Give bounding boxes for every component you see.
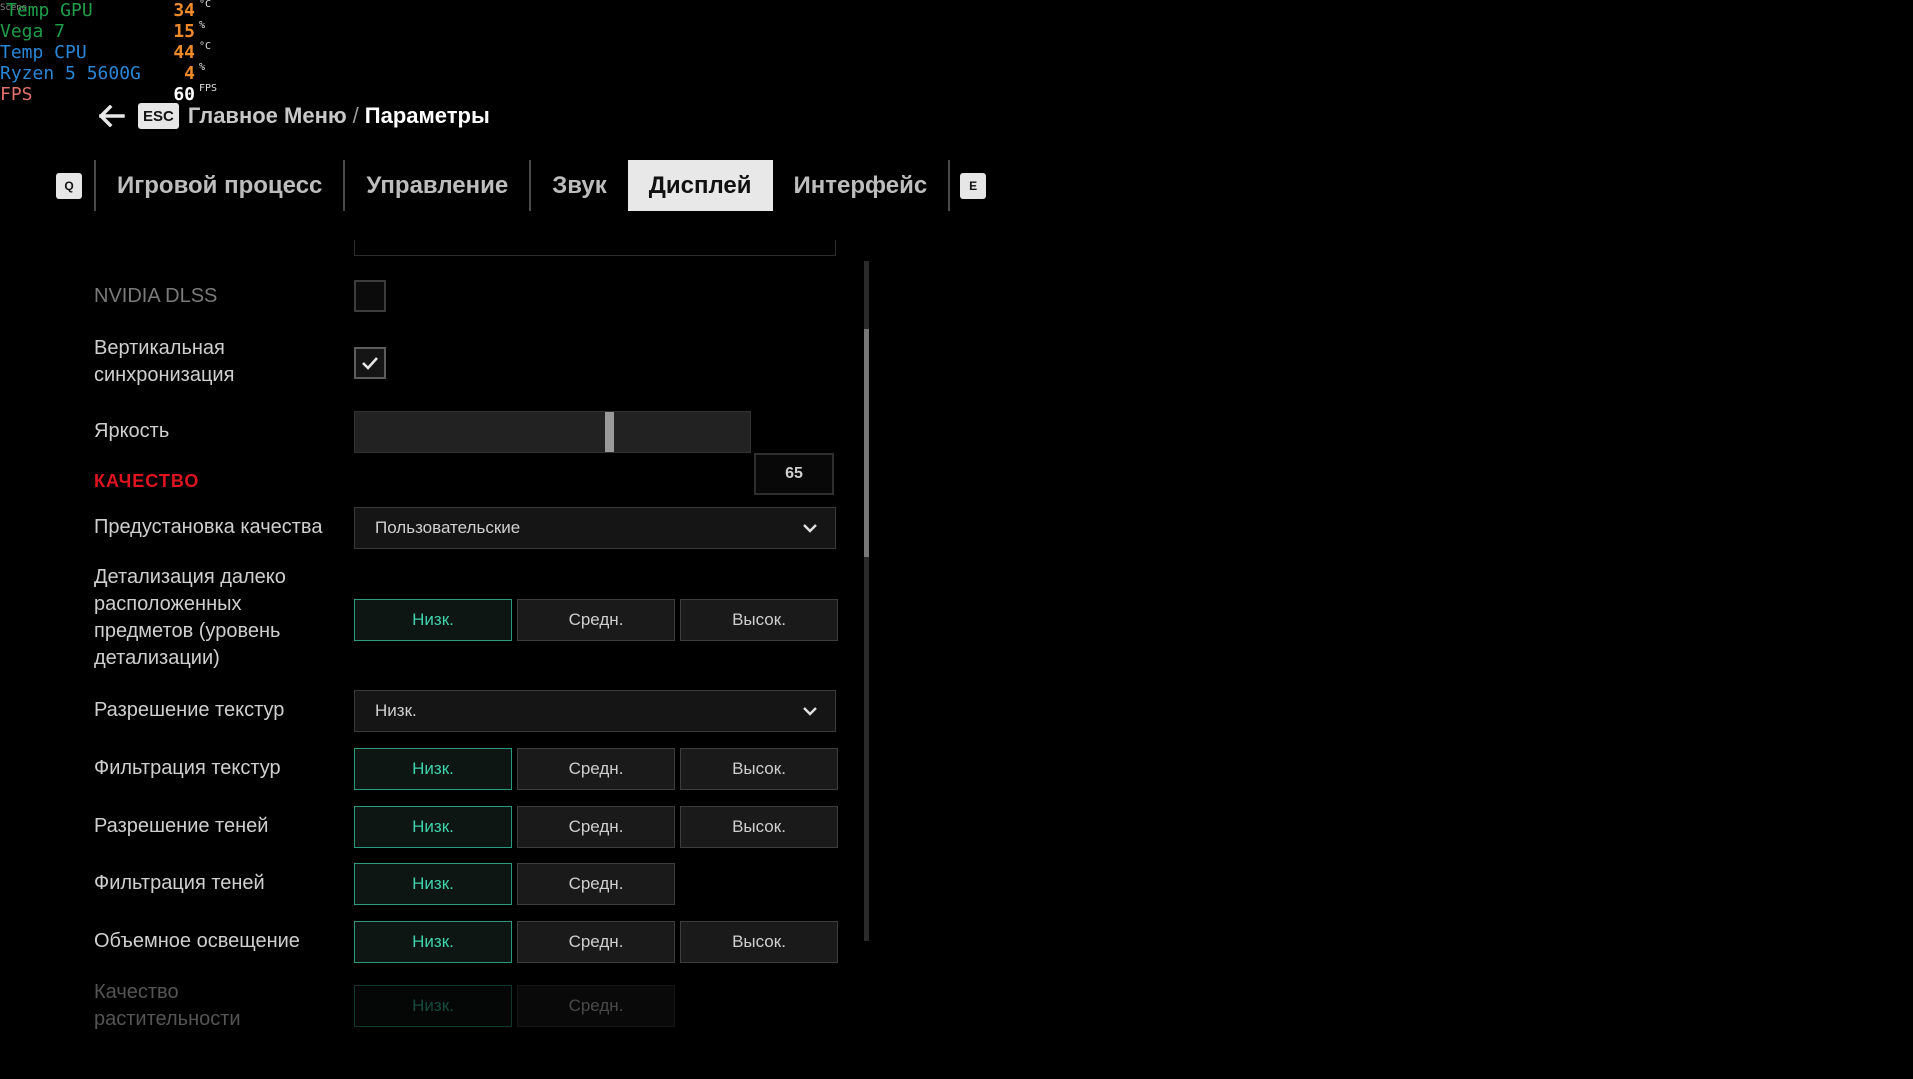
- overlay-label: Temp CPU: [0, 42, 87, 63]
- overlay-unit: °C: [199, 0, 212, 10]
- setting-row-dlss: NVIDIA DLSS: [94, 280, 834, 314]
- vsync-checkbox[interactable]: [354, 347, 386, 379]
- overlay-row-vega: Vega 7 15 %: [0, 20, 230, 42]
- check-icon: [362, 357, 378, 370]
- overlay-label: Ryzen 5 5600G: [0, 63, 141, 84]
- vegetation-medium-button[interactable]: Средн.: [517, 985, 675, 1027]
- overlay-row-temp-cpu: Temp CPU 44 °C: [0, 41, 230, 63]
- volumetric-low-button[interactable]: Низк.: [354, 921, 512, 963]
- overlay-value: 34: [173, 0, 195, 21]
- setting-label: Яркость: [94, 420, 170, 442]
- overlay-value: 15: [173, 21, 195, 42]
- breadcrumb: ESC Главное Меню / Параметры: [98, 100, 490, 132]
- setting-row-vsync: Вертикальная синхронизация: [94, 335, 834, 391]
- shadow-resolution-high-button[interactable]: Высок.: [680, 806, 838, 848]
- quality-preset-dropdown[interactable]: Пользовательские: [354, 507, 836, 549]
- setting-row-preset: Предустановка качества Пользовательские: [94, 507, 836, 549]
- setting-label: Разрешение теней: [94, 815, 269, 837]
- scrollbar-thumb[interactable]: [864, 329, 869, 557]
- lod-low-button[interactable]: Низк.: [354, 599, 512, 641]
- breadcrumb-separator: /: [352, 103, 359, 128]
- display-settings-list: NVIDIA DLSS Вертикальная синхронизация Я…: [0, 234, 900, 1079]
- setting-label: Объемное освещение: [94, 930, 300, 952]
- overlay-label: Temp GPU: [6, 0, 93, 21]
- overlay-label: FPS: [0, 84, 33, 105]
- section-header: КАЧЕСТВО: [94, 471, 200, 491]
- setting-label: NVIDIA DLSS: [94, 285, 218, 307]
- performance-overlay: Scene Temp GPU 34 °C Vega 7 15 % Temp CP…: [0, 0, 230, 110]
- overlay-value: 44: [173, 42, 195, 63]
- shadow-filter-medium-button[interactable]: Средн.: [517, 863, 675, 905]
- breadcrumb-current: Параметры: [364, 103, 490, 128]
- setting-row-vegetation: Качество растительности Низк. Средн.: [94, 979, 834, 1039]
- tab-sound[interactable]: Звук: [531, 160, 628, 211]
- setting-label: Фильтрация текстур: [94, 757, 281, 779]
- tab-controls[interactable]: Управление: [345, 160, 529, 211]
- tab-divider: [948, 160, 951, 211]
- tab-interface[interactable]: Интерфейс: [773, 160, 949, 211]
- chevron-down-icon: [803, 707, 817, 716]
- volumetric-medium-button[interactable]: Средн.: [517, 921, 675, 963]
- setting-label: Качество растительности: [94, 981, 241, 1030]
- texture-filter-high-button[interactable]: Высок.: [680, 748, 838, 790]
- texture-filter-low-button[interactable]: Низк.: [354, 748, 512, 790]
- settings-tabs: Q Игровой процесс Управление Звук Диспле…: [56, 160, 987, 211]
- dlss-checkbox[interactable]: [354, 280, 386, 312]
- overlay-unit: FPS: [199, 83, 218, 94]
- overlay-unit: %: [199, 62, 206, 73]
- tab-display[interactable]: Дисплей: [627, 160, 773, 211]
- arrow-left-icon[interactable]: [98, 102, 126, 130]
- slider-handle[interactable]: [605, 412, 614, 452]
- overlay-row-cpu: Ryzen 5 5600G 4 %: [0, 62, 230, 84]
- shadow-resolution-medium-button[interactable]: Средн.: [517, 806, 675, 848]
- setting-row-lod: Детализация далеко расположенных предмет…: [94, 564, 838, 674]
- shadow-resolution-low-button[interactable]: Низк.: [354, 806, 512, 848]
- shadow-filter-low-button[interactable]: Низк.: [354, 863, 512, 905]
- setting-row-texture-resolution: Разрешение текстур Низк.: [94, 690, 836, 732]
- e-key-hint[interactable]: E: [960, 172, 987, 199]
- lod-high-button[interactable]: Высок.: [680, 599, 838, 641]
- setting-label: Детализация далеко расположенных предмет…: [94, 566, 286, 669]
- q-key-hint[interactable]: Q: [56, 172, 82, 199]
- vegetation-low-button[interactable]: Низк.: [354, 985, 512, 1027]
- setting-label: Разрешение текстур: [94, 699, 285, 721]
- breadcrumb-parent[interactable]: Главное Меню: [188, 103, 347, 129]
- section-quality: КАЧЕСТВО: [94, 468, 834, 498]
- lod-medium-button[interactable]: Средн.: [517, 599, 675, 641]
- texture-resolution-dropdown[interactable]: Низк.: [354, 690, 836, 732]
- setting-label: Предустановка качества: [94, 516, 323, 538]
- tab-gameplay[interactable]: Игровой процесс: [96, 160, 343, 211]
- setting-row-shadow-resolution: Разрешение теней Низк. Средн. Высок.: [94, 806, 838, 848]
- esc-key-hint[interactable]: ESC: [138, 103, 179, 129]
- setting-row-texture-filter: Фильтрация текстур Низк. Средн. Высок.: [94, 748, 838, 790]
- dropdown-value: Низк.: [375, 701, 417, 720]
- settings-scrollbar[interactable]: [864, 261, 869, 941]
- setting-label: Фильтрация теней: [94, 872, 265, 894]
- overlay-unit: %: [199, 20, 206, 31]
- setting-label: Вертикальная синхронизация: [94, 337, 235, 386]
- volumetric-high-button[interactable]: Высок.: [680, 921, 838, 963]
- setting-row-brightness: Яркость 65: [94, 411, 834, 495]
- dropdown-value: Пользовательские: [375, 518, 521, 537]
- brightness-slider[interactable]: [354, 411, 751, 453]
- overlay-value: 4: [184, 63, 195, 84]
- setting-row-shadow-filter: Фильтрация теней Низк. Средн.: [94, 863, 834, 905]
- overlay-label: Vega 7: [0, 21, 66, 42]
- overlay-row-temp-gpu: Scene Temp GPU 34 °C: [0, 0, 230, 21]
- chevron-down-icon: [803, 524, 817, 533]
- overlay-unit: °C: [199, 41, 212, 52]
- setting-row-volumetric-lighting: Объемное освещение Низк. Средн. Высок.: [94, 921, 838, 963]
- texture-filter-medium-button[interactable]: Средн.: [517, 748, 675, 790]
